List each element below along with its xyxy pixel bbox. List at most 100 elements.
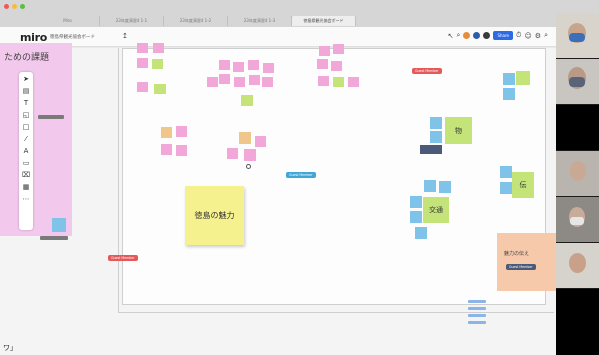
frame-border: [118, 48, 119, 313]
green-note-label: 伝: [519, 181, 527, 189]
pen-icon[interactable]: ⁄: [25, 135, 26, 144]
participant-video-off[interactable]: [556, 289, 599, 355]
sticky-note[interactable]: [430, 131, 442, 143]
search-icon[interactable]: ⌕: [457, 31, 461, 40]
sticky-note[interactable]: [255, 136, 266, 147]
browser-tab[interactable]: Miro: [36, 16, 100, 26]
upload-icon[interactable]: ↥: [122, 32, 128, 40]
sticky-note[interactable]: [262, 77, 273, 87]
sticky-note[interactable]: [415, 227, 427, 239]
participant-video[interactable]: [556, 13, 599, 58]
maximize-dot[interactable]: [20, 4, 25, 9]
grid-icon[interactable]: ▦: [23, 183, 30, 192]
share-button[interactable]: Share: [493, 31, 514, 40]
cursor-name: Guest Member: [509, 265, 533, 269]
sticky-note[interactable]: [137, 43, 148, 53]
browser-tab[interactable]: 23年度演習4 1-1: [100, 16, 164, 26]
timer-icon[interactable]: ⏱: [516, 31, 521, 40]
sticky-note[interactable]: [503, 73, 515, 85]
main-sticky-note[interactable]: 徳島の魅力: [185, 186, 244, 245]
sticky-note[interactable]: [318, 76, 329, 86]
green-sticky-note[interactable]: 交通: [423, 197, 449, 223]
crop-icon[interactable]: ⌧: [22, 171, 30, 180]
sticky-note[interactable]: [219, 60, 230, 70]
sticky-note[interactable]: [233, 62, 244, 72]
sticky-note[interactable]: [154, 84, 166, 94]
sticky-note[interactable]: [410, 196, 422, 208]
mouse-cursor-icon: [246, 164, 251, 169]
participant-video[interactable]: [556, 243, 599, 288]
sticky-note[interactable]: [500, 182, 512, 194]
board-title[interactable]: 徳島県観光協会ボード: [50, 34, 95, 40]
sticky-note-icon[interactable]: ▤: [23, 87, 30, 96]
reactions-icon[interactable]: ☺: [524, 32, 531, 40]
sticky-note[interactable]: [227, 148, 238, 159]
avatar[interactable]: [463, 32, 471, 39]
zoom-controls[interactable]: [466, 296, 488, 332]
window-controls: [4, 4, 25, 9]
sticky-note[interactable]: [333, 77, 344, 87]
sticky-note[interactable]: [317, 59, 328, 69]
face: [569, 253, 586, 273]
browser-tab[interactable]: 23年度演習4 1-3: [228, 16, 292, 26]
sticky-note[interactable]: [244, 149, 256, 161]
sticky-note[interactable]: [439, 181, 451, 193]
toolbar-right: ↖ ⌕ Share ⏱ ☺ ⚙ ⌕: [448, 31, 548, 40]
close-dot[interactable]: [4, 4, 9, 9]
browser-tab-active[interactable]: 徳島県観光協会ボード: [292, 16, 356, 26]
participant-video[interactable]: [556, 59, 599, 104]
sticky-note[interactable]: [331, 61, 342, 71]
sticky-note[interactable]: [234, 77, 245, 87]
zoom-indicator: [468, 314, 486, 317]
participant-video[interactable]: [556, 197, 599, 242]
sticky-note[interactable]: [348, 77, 359, 87]
settings-icon[interactable]: ⚙: [535, 32, 541, 40]
sticky-note[interactable]: [137, 58, 148, 68]
browser-tab[interactable]: 23年度演習4 1-2: [164, 16, 228, 26]
zoom-indicator: [468, 300, 486, 303]
frame-icon[interactable]: □: [23, 123, 30, 132]
sticky-note[interactable]: [319, 46, 330, 56]
shape-icon[interactable]: ◱: [23, 111, 30, 120]
sticky-note[interactable]: [176, 126, 187, 137]
sticky-note[interactable]: [420, 145, 442, 154]
sticky-note[interactable]: [137, 82, 148, 92]
sticky-note[interactable]: [219, 74, 230, 84]
green-sticky-note[interactable]: 伝: [512, 172, 534, 198]
sticky-note[interactable]: [503, 88, 515, 100]
more-icon[interactable]: ⋯: [23, 195, 30, 204]
pointer-icon[interactable]: ↖: [448, 32, 454, 40]
sticky-note[interactable]: [500, 166, 512, 178]
text-icon[interactable]: T: [24, 99, 28, 108]
cursor-icon[interactable]: ➤: [23, 75, 29, 84]
sticky-note[interactable]: [161, 127, 172, 138]
sticky-note[interactable]: [207, 77, 218, 87]
avatar[interactable]: [473, 32, 481, 39]
sticky-note[interactable]: [52, 218, 66, 232]
sticky-note[interactable]: [410, 211, 422, 223]
minimize-dot[interactable]: [12, 4, 17, 9]
sticky-note[interactable]: [263, 63, 274, 73]
screen: Miro 23年度演習4 1-1 23年度演習4 1-2 23年度演習4 1-3…: [0, 0, 599, 355]
sticky-note[interactable]: [161, 144, 172, 155]
sticky-note[interactable]: [239, 132, 251, 144]
sticky-note[interactable]: [516, 71, 530, 85]
sticky-note[interactable]: [333, 44, 344, 54]
type-icon[interactable]: A: [24, 147, 29, 156]
sticky-note[interactable]: [176, 145, 187, 156]
sticky-note[interactable]: [241, 95, 253, 106]
participant-video[interactable]: [556, 151, 599, 196]
sticky-note[interactable]: [153, 43, 164, 53]
participant-video-off[interactable]: [556, 105, 599, 150]
sticky-note[interactable]: [249, 75, 260, 85]
cursor-label: Guest Member: [108, 255, 138, 261]
green-sticky-note[interactable]: 物: [445, 117, 472, 144]
avatar[interactable]: [483, 32, 491, 39]
sticky-note[interactable]: [248, 60, 259, 70]
zoom-indicator: [468, 321, 486, 324]
sticky-note[interactable]: [424, 180, 436, 192]
sticky-note[interactable]: [152, 59, 163, 69]
comment-icon[interactable]: ▭: [23, 159, 30, 168]
zoom-icon[interactable]: ⌕: [544, 31, 548, 40]
sticky-note[interactable]: [430, 117, 442, 129]
